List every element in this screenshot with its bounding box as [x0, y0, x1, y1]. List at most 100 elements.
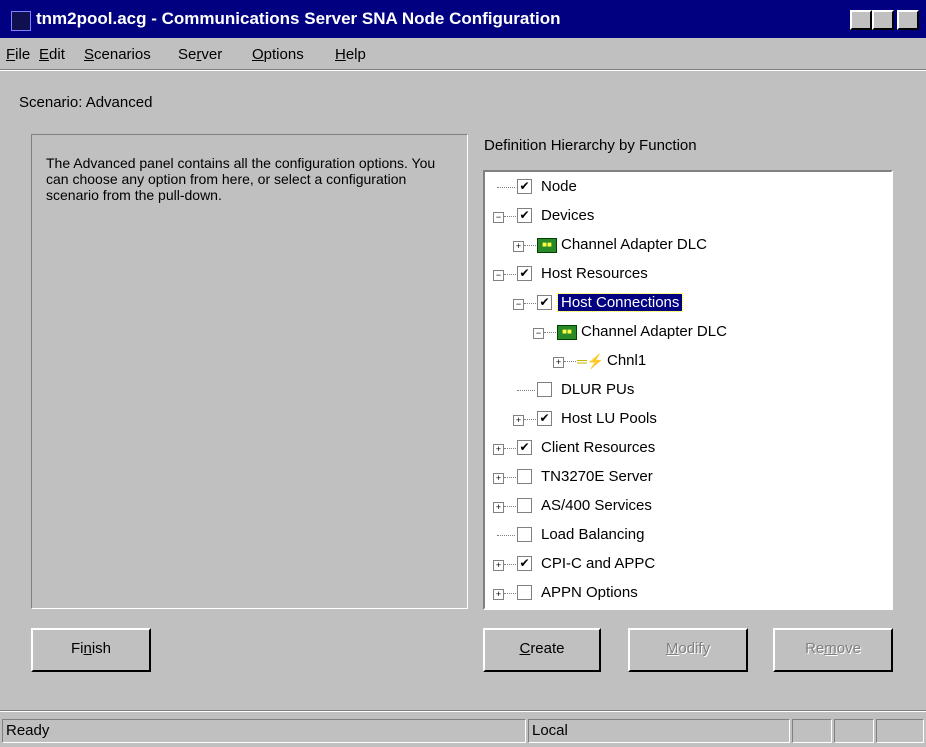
tree-connector — [504, 216, 516, 217]
checked-checkbox[interactable]: ✔ — [517, 266, 532, 281]
checked-checkbox[interactable]: ✔ — [537, 295, 552, 310]
minimize-button[interactable] — [850, 10, 872, 30]
tree-item-label: DLUR PUs — [561, 381, 635, 398]
unchecked-checkbox[interactable] — [517, 585, 532, 600]
tree-item[interactable]: + ■■ Channel Adapter DLC — [485, 234, 891, 256]
tree-item-label: TN3270E Server — [541, 468, 653, 485]
tree-item[interactable]: − ✔ Devices — [485, 205, 891, 227]
tree-item-label: AS/400 Services — [541, 497, 652, 514]
channel-link-icon: ═⚡ — [577, 353, 605, 369]
checked-checkbox[interactable]: ✔ — [537, 411, 552, 426]
tree-connector — [497, 187, 515, 188]
tree-item[interactable]: − ✔ Host Resources — [485, 263, 891, 285]
expand-icon[interactable]: + — [513, 415, 524, 426]
tree-connector — [524, 245, 536, 246]
expand-icon[interactable]: + — [493, 444, 504, 455]
expand-icon[interactable]: + — [493, 473, 504, 484]
tree-item-label: Channel Adapter DLC — [561, 236, 707, 253]
collapse-icon[interactable]: − — [493, 270, 504, 281]
tree-connector — [564, 361, 576, 362]
menu-help[interactable]: Help — [335, 46, 366, 63]
tree-connector — [517, 390, 535, 391]
tree-item-label: Node — [541, 178, 577, 195]
tree-item[interactable]: − ✔ Host Connections — [485, 292, 891, 314]
unchecked-checkbox[interactable] — [537, 382, 552, 397]
unchecked-checkbox[interactable] — [517, 498, 532, 513]
create-button[interactable]: Create — [483, 628, 601, 672]
expand-icon[interactable]: + — [493, 560, 504, 571]
tree-item-label: Chnl1 — [607, 352, 647, 369]
status-divider-highlight — [0, 711, 926, 712]
status-panel-5 — [876, 719, 924, 743]
menu-options[interactable]: Options — [252, 46, 304, 63]
menu-bar: File Edit Scenarios Server Options Help — [0, 38, 926, 68]
tree-connector — [544, 332, 556, 333]
tree-item[interactable]: − ■■ Channel Adapter DLC — [485, 321, 891, 343]
definition-tree[interactable]: ✔ Node − ✔ Devices + ■■ Channel Adapter DLC − ✔ Ho… — [483, 170, 893, 610]
remove-button[interactable]: Remove — [773, 628, 893, 672]
tree-connector — [504, 448, 516, 449]
tree-item-label: Host Resources — [541, 265, 648, 282]
checked-checkbox[interactable]: ✔ — [517, 179, 532, 194]
tree-item-label: APPN Options — [541, 584, 638, 601]
status-panel-3 — [792, 719, 832, 743]
checked-checkbox[interactable]: ✔ — [517, 440, 532, 455]
maximize-button[interactable] — [872, 10, 894, 30]
description-panel: The Advanced panel contains all the conf… — [31, 134, 468, 609]
tree-item[interactable]: + ✔ Host LU Pools — [485, 408, 891, 430]
tree-item-label: Channel Adapter DLC — [581, 323, 727, 340]
expand-icon[interactable]: + — [513, 241, 524, 252]
tree-connector — [504, 506, 516, 507]
tree-item[interactable]: + ═⚡ Chnl1 — [485, 350, 891, 372]
tree-item-label: Devices — [541, 207, 595, 224]
menu-scenarios[interactable]: Scenarios — [84, 46, 151, 63]
tree-item-label: Host Connections — [556, 293, 684, 312]
tree-connector — [504, 593, 516, 594]
checked-checkbox[interactable]: ✔ — [517, 208, 532, 223]
tree-item[interactable]: + APPN Options — [485, 582, 891, 604]
title-bar[interactable]: tnm2pool.acg - Communications Server SNA… — [0, 0, 926, 38]
menu-edit[interactable]: Edit — [39, 46, 65, 63]
collapse-icon[interactable]: − — [493, 212, 504, 223]
tree-connector — [504, 564, 516, 565]
window-title: tnm2pool.acg - Communications Server SNA… — [36, 9, 561, 28]
unchecked-checkbox[interactable] — [517, 469, 532, 484]
tree-connector — [497, 535, 515, 536]
dlc-adapter-icon: ■■ — [557, 325, 577, 340]
unchecked-checkbox[interactable] — [517, 527, 532, 542]
collapse-icon[interactable]: − — [533, 328, 544, 339]
status-location: Local — [528, 719, 790, 743]
tree-connector — [524, 303, 536, 304]
tree-item-label: Host LU Pools — [561, 410, 657, 427]
tree-item[interactable]: + TN3270E Server — [485, 466, 891, 488]
hierarchy-label: Definition Hierarchy by Function — [484, 137, 697, 154]
tree-item[interactable]: Load Balancing — [485, 524, 891, 546]
expand-icon[interactable]: + — [493, 502, 504, 513]
checked-checkbox[interactable]: ✔ — [517, 556, 532, 571]
collapse-icon[interactable]: − — [513, 299, 524, 310]
description-text: The Advanced panel contains all the conf… — [46, 155, 436, 203]
tree-item-label: CPI-C and APPC — [541, 555, 656, 572]
close-button[interactable] — [897, 10, 919, 30]
tree-connector — [504, 477, 516, 478]
scenario-label: Scenario: Advanced — [19, 94, 153, 111]
tree-item[interactable]: + ✔ CPI-C and APPC — [485, 553, 891, 575]
tree-item-label: Client Resources — [541, 439, 656, 456]
tree-item[interactable]: + AS/400 Services — [485, 495, 891, 517]
dlc-adapter-icon: ■■ — [537, 238, 557, 253]
finish-button[interactable]: Finish — [31, 628, 151, 672]
menu-server[interactable]: Server — [178, 46, 222, 63]
menu-file[interactable]: File — [6, 46, 30, 63]
modify-button[interactable]: Modify — [628, 628, 748, 672]
menu-divider-highlight — [0, 70, 926, 71]
app-icon[interactable] — [11, 11, 31, 31]
tree-item-label: Load Balancing — [541, 526, 645, 543]
expand-icon[interactable]: + — [493, 589, 504, 600]
tree-connector — [504, 274, 516, 275]
status-panel-4 — [834, 719, 874, 743]
tree-item[interactable]: ✔ Node — [485, 176, 891, 198]
tree-connector — [524, 419, 536, 420]
tree-item[interactable]: DLUR PUs — [485, 379, 891, 401]
tree-item[interactable]: + ✔ Client Resources — [485, 437, 891, 459]
expand-icon[interactable]: + — [553, 357, 564, 368]
